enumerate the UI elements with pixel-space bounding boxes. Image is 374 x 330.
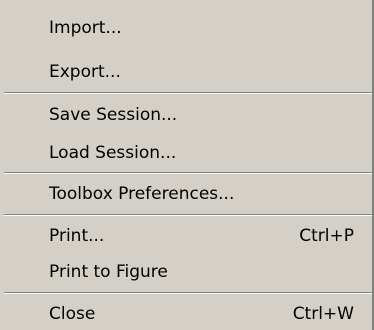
menu-item-import[interactable]: Import... xyxy=(2,11,374,45)
menu-separator xyxy=(4,292,372,294)
menu-item-shortcut: Ctrl+P xyxy=(299,226,354,246)
menu-item-label: Import... xyxy=(49,18,122,38)
screenshot-page: Import... Export... Save Session... Load… xyxy=(0,0,374,330)
menu-item-toolbox-preferences[interactable]: Toolbox Preferences... xyxy=(2,177,374,211)
menu-item-print[interactable]: Print... Ctrl+P xyxy=(2,219,374,253)
menu-item-label: Export... xyxy=(49,62,121,82)
menu-item-label: Close xyxy=(49,304,96,324)
menu-item-save-session[interactable]: Save Session... xyxy=(2,98,374,132)
menu-item-label: Print... xyxy=(49,226,105,246)
menu-separator xyxy=(4,214,372,216)
menu-item-close[interactable]: Close Ctrl+W xyxy=(2,297,374,330)
menu-item-print-to-figure[interactable]: Print to Figure xyxy=(2,255,374,289)
menu-item-load-session[interactable]: Load Session... xyxy=(2,136,374,170)
menu-item-shortcut: Ctrl+W xyxy=(292,304,354,324)
menu-item-label: Load Session... xyxy=(49,143,177,163)
file-menu: Import... Export... Save Session... Load… xyxy=(0,0,374,330)
menu-separator xyxy=(4,92,372,94)
menu-item-label: Save Session... xyxy=(49,105,178,125)
menu-separator xyxy=(4,172,372,174)
menu-item-export[interactable]: Export... xyxy=(2,55,374,89)
menu-item-label: Print to Figure xyxy=(49,262,168,282)
menu-item-label: Toolbox Preferences... xyxy=(49,184,235,204)
